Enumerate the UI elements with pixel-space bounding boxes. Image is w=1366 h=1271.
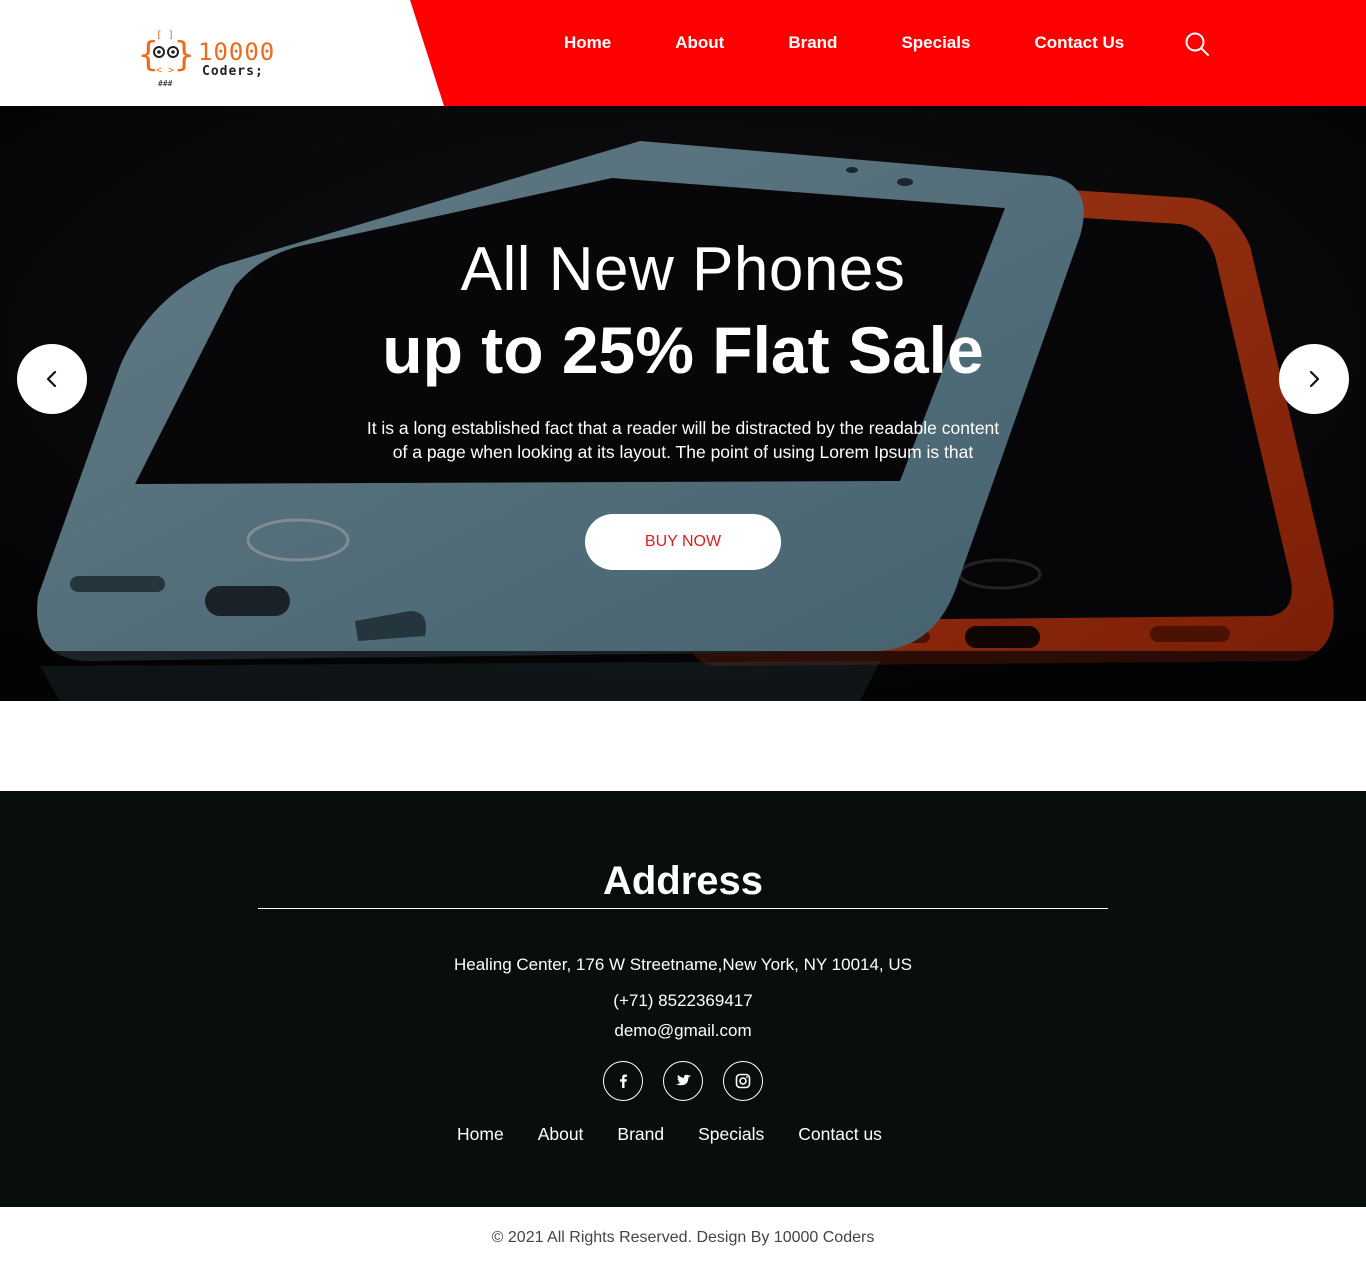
hero-description-line-2: of a page when looking at its layout. Th…	[392, 442, 974, 462]
main-nav: Home About Brand Specials Contact Us	[564, 32, 1188, 54]
address-street: Healing Center, 176 W Streetname,New Yor…	[454, 955, 912, 974]
facebook-icon	[620, 1074, 627, 1088]
svg-text:[ ]: [ ]	[156, 30, 174, 41]
hero-description: It is a long established fact that a rea…	[320, 416, 1046, 464]
instagram-icon	[735, 1073, 751, 1089]
site-footer: Address Healing Center, 176 W Streetname…	[0, 791, 1366, 1207]
footer-link-contact-us[interactable]: Contact us	[798, 1124, 882, 1145]
facebook-link[interactable]	[603, 1061, 643, 1101]
logo-mark: { } [ ] < > ###	[138, 30, 194, 88]
slider-next-button[interactable]	[1279, 344, 1349, 414]
svg-text:###: ###	[158, 79, 173, 88]
nav-item-home[interactable]: Home	[564, 33, 611, 53]
nav-item-specials[interactable]: Specials	[901, 33, 970, 53]
slider-prev-button[interactable]	[17, 344, 87, 414]
search-icon[interactable]	[1184, 31, 1210, 57]
footer-link-home[interactable]: Home	[457, 1124, 504, 1145]
logo-text-name: Coders;	[202, 64, 264, 79]
chevron-right-icon	[1309, 370, 1320, 388]
logo-text-number: 10000	[198, 38, 276, 66]
hero-slider: All New Phones up to 25% Flat Sale It is…	[0, 106, 1366, 701]
svg-text:< >: < >	[156, 65, 174, 76]
nav-item-brand[interactable]: Brand	[788, 33, 837, 53]
footer-nav: Home About Brand Specials Contact us	[457, 1124, 916, 1145]
site-logo[interactable]: { } [ ] < > ### 10000 Coders;	[136, 26, 286, 90]
social-links	[603, 1061, 783, 1101]
nav-item-about[interactable]: About	[675, 33, 724, 53]
footer-link-brand[interactable]: Brand	[617, 1124, 664, 1145]
instagram-link[interactable]	[723, 1061, 763, 1101]
hero-subtitle: up to 25% Flat Sale	[382, 313, 984, 387]
chevron-left-icon	[46, 370, 57, 388]
site-header: { } [ ] < > ### 10000 Coders; Home About…	[0, 0, 1366, 106]
twitter-icon	[676, 1074, 691, 1086]
buy-now-button[interactable]: BUY NOW	[585, 514, 781, 570]
hero-title: All New Phones	[460, 235, 906, 304]
hero-dark-overlay	[0, 106, 1366, 701]
footer-link-specials[interactable]: Specials	[698, 1124, 764, 1145]
nav-item-contact-us[interactable]: Contact Us	[1034, 33, 1124, 53]
address-phone[interactable]: (+71) 8522369417	[0, 991, 1366, 1011]
address-email[interactable]: demo@gmail.com	[0, 1021, 1366, 1041]
hero-description-line-1: It is a long established fact that a rea…	[366, 418, 1000, 438]
address-title: Address	[602, 859, 764, 903]
address-divider	[258, 908, 1108, 909]
footer-link-about[interactable]: About	[538, 1124, 584, 1145]
copyright-text: © 2021 All Rights Reserved. Design By 10…	[491, 1229, 875, 1246]
twitter-link[interactable]	[663, 1061, 703, 1101]
